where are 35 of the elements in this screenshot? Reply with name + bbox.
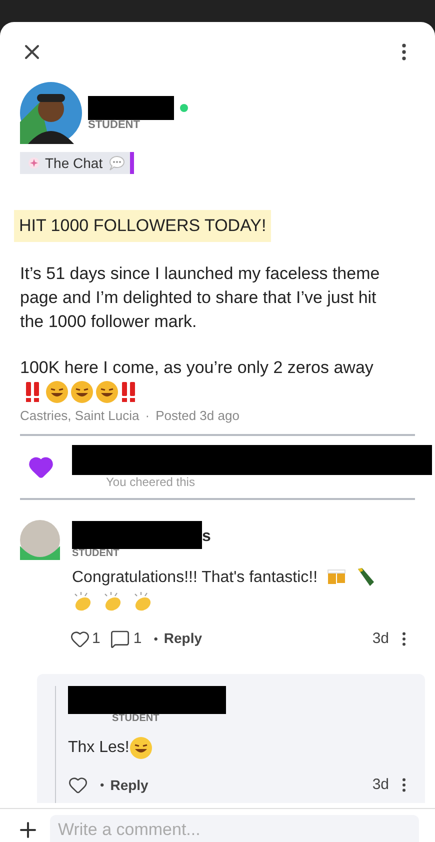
separator-dot: • <box>154 630 158 648</box>
reply-button[interactable]: Reply <box>164 628 202 650</box>
sparkle-icon <box>28 157 40 169</box>
reply-text: Thx Les! <box>68 738 130 758</box>
post-location: Castries, Saint Lucia <box>20 407 140 426</box>
separator-dot: • <box>100 777 104 794</box>
comment-bubble-icon[interactable] <box>110 628 130 649</box>
speech-bubble-icon <box>108 155 126 171</box>
topic-tag[interactable]: The Chat <box>20 152 134 174</box>
comment-input[interactable]: Write a comment... <box>50 814 419 842</box>
reply-author-role: STUDENT <box>112 714 160 724</box>
author-role: STUDENT <box>88 120 141 130</box>
commenter-role: STUDENT <box>72 548 120 559</box>
comment-text: Congratulations!!! That's fantastic!! <box>72 568 318 586</box>
commenter-avatar <box>20 520 60 560</box>
post-time: Posted 3d ago <box>156 407 240 426</box>
post-paragraph: 100K here I come, as you’re only 2 zeros away <box>20 358 374 376</box>
laughing-emoji-icon <box>95 380 119 404</box>
comment-time: 3d <box>372 628 389 649</box>
laughing-emoji-icon <box>45 380 69 404</box>
cheer-status: You cheered this <box>106 476 196 488</box>
topic-tag-label: The Chat <box>45 154 103 172</box>
reply-count: 1 <box>133 628 142 649</box>
like-heart-icon[interactable] <box>70 628 90 649</box>
avatar <box>20 82 82 144</box>
smiling-emoji-icon <box>129 736 154 760</box>
separator-dot: · <box>145 407 150 426</box>
commenter-name: s <box>202 526 211 547</box>
reply-button[interactable]: Reply <box>110 774 148 796</box>
laughing-emoji-icon <box>70 380 94 404</box>
like-count: 1 <box>92 628 100 649</box>
reply-time: 3d <box>372 775 389 796</box>
post-headline: HIT 1000 FOLLOWERS TODAY! <box>14 210 272 242</box>
post-paragraph: It’s 51 days since I launched my faceless theme page and I’m delighted to share that I’ve just hit the 1000 follower mark. <box>19 262 381 332</box>
like-heart-icon[interactable] <box>68 775 88 796</box>
